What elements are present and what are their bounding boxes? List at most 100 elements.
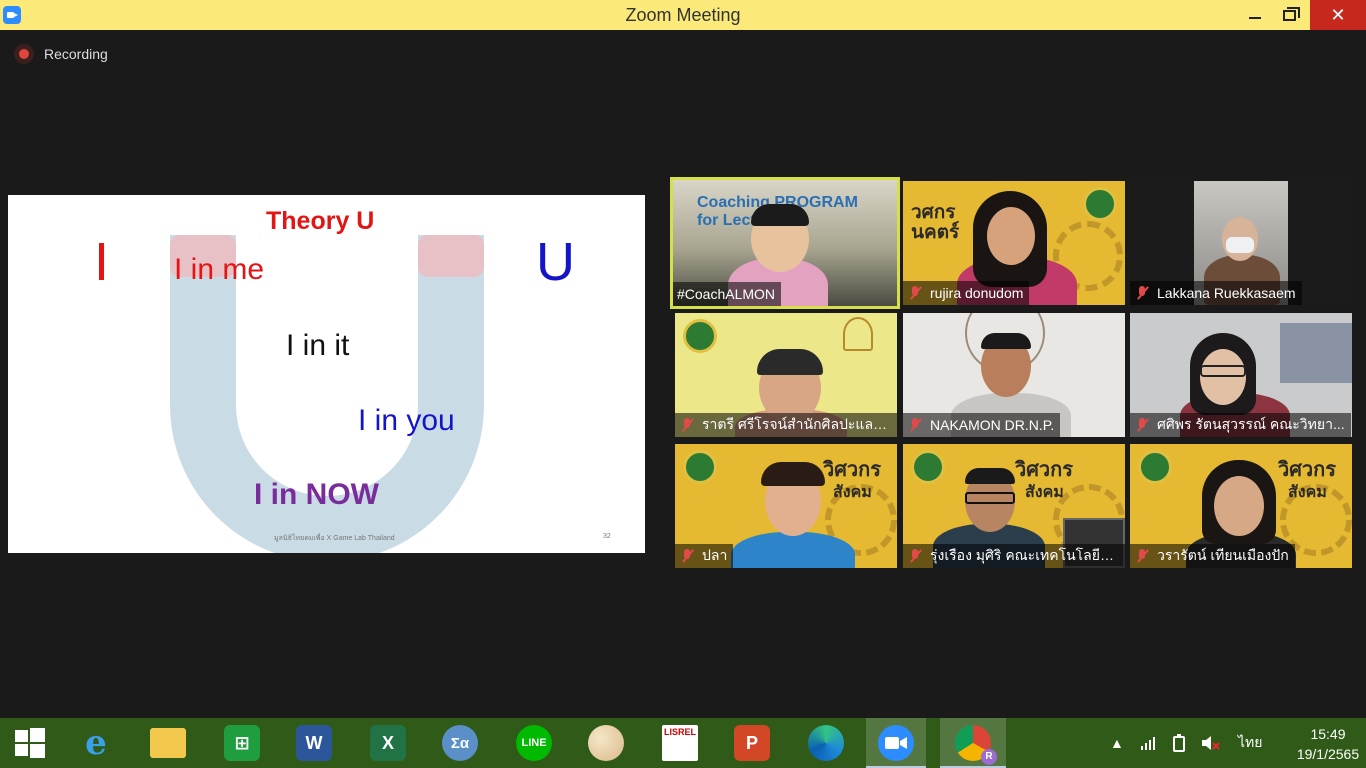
participant-name: ปลา (702, 547, 728, 563)
video-tile[interactable]: NAKAMON DR.N.P. (903, 313, 1125, 437)
participant-name-bar: รุ่งเรือง มุศิริ คณะเทคโนโลยีอุต... (903, 544, 1125, 568)
shared-screen-slide[interactable]: Theory U I U I in me I in it I in you I … (8, 195, 645, 553)
poster-word-1: วิศวกร (1015, 459, 1074, 481)
word-icon: W (296, 725, 332, 761)
poster-title: วศกร นคตร์ (911, 202, 960, 243)
show-hidden-icons[interactable]: ▲ (1110, 718, 1124, 768)
poster-word-2: สังคม (833, 484, 872, 501)
paint-palette-icon (588, 725, 624, 761)
poster-word-2: สังคม (1025, 484, 1064, 501)
recording-label: Recording (44, 46, 108, 62)
video-tile[interactable]: วิศวกร สังคม รุ่งเรือง มุศิริ คณะเทคโนโล… (903, 444, 1125, 568)
participant-name-bar: ราตรี ศรีโรจน์สำนักศิลปะและ... (675, 413, 897, 437)
taskbar-edge[interactable] (796, 718, 856, 768)
chrome-icon: R (955, 725, 997, 765)
network-icon[interactable] (1140, 718, 1156, 768)
video-tile[interactable]: ศศิพร รัตนสุวรรณ์ คณะวิทยา... (1130, 313, 1352, 437)
lisrel-icon: LISREL (662, 725, 698, 761)
taskbar-math-input[interactable]: Σα (430, 718, 490, 768)
participant-name-bar: #CoachALMON (673, 282, 782, 306)
university-emblem (1138, 450, 1172, 484)
taskbar-chrome[interactable]: R (940, 718, 1006, 768)
taskbar-powerpoint[interactable]: P (722, 718, 782, 768)
zoom-icon (878, 725, 914, 761)
participant-name: ราตรี ศรีโรจน์สำนักศิลปะและ... (702, 416, 891, 432)
muted-mic-icon (1134, 548, 1150, 564)
restore-icon (1282, 6, 1300, 21)
participant-name: Lakkana Ruekkasaem (1157, 285, 1296, 301)
participant-name-bar: NAKAMON DR.N.P. (903, 413, 1061, 437)
university-emblem (683, 319, 717, 353)
video-tile[interactable]: Lakkana Ruekkasaem (1130, 181, 1352, 305)
poster-word-2: สังคม (1288, 484, 1327, 501)
participant-name-bar: ศศิพร รัตนสุวรรณ์ คณะวิทยา... (1130, 413, 1351, 437)
participant-name: NAKAMON DR.N.P. (930, 417, 1055, 433)
taskbar-excel[interactable]: X (358, 718, 418, 768)
participant-name: rujira donudom (930, 285, 1024, 301)
slide-left-letter: I (94, 232, 110, 292)
participant-name: รุ่งเรือง มุศิริ คณะเทคโนโลยีอุต... (930, 547, 1119, 563)
taskbar-lisrel[interactable]: LISREL (650, 718, 710, 768)
excel-icon: X (370, 725, 406, 761)
university-emblem (1083, 187, 1117, 221)
taskbar-line[interactable]: LINE (504, 718, 564, 768)
muted-mic-icon (679, 548, 695, 564)
clock-time: 15:49 (1310, 726, 1346, 742)
participant-name: ศศิพร รัตนสุวรรณ์ คณะวิทยา... (1157, 416, 1345, 432)
chevron-up-icon: ▲ (1110, 735, 1124, 751)
internet-explorer-icon: e (85, 723, 107, 763)
slide-right-letter: U (536, 232, 575, 292)
poster-word-1: วิศวกร (1278, 459, 1337, 481)
taskbar-internet-explorer[interactable]: e (66, 718, 126, 768)
record-dot-icon (14, 44, 34, 64)
muted-mic-icon (907, 548, 923, 564)
poster-word-1: วิศวกร (823, 459, 882, 481)
recording-indicator[interactable]: Recording (14, 44, 108, 64)
clock-date: 19/1/2565 (1296, 746, 1360, 762)
institution-logo (843, 317, 873, 351)
taskbar-paint[interactable] (576, 718, 636, 768)
muted-mic-icon (907, 417, 923, 433)
muted-mic-icon (907, 285, 923, 301)
language-indicator[interactable]: ไทย (1238, 718, 1262, 768)
folder-icon (150, 728, 186, 758)
window-titlebar: Zoom Meeting ✕ (0, 0, 1366, 30)
store-icon: ⊞ (224, 725, 260, 761)
close-button[interactable]: ✕ (1310, 0, 1366, 30)
stage-i-in-it: I in it (286, 329, 350, 362)
windows-taskbar: e ⊞ W X Σα LINE LISREL P R ▲ ไทย 15:49 1… (0, 718, 1366, 768)
line-icon: LINE (516, 725, 552, 761)
start-button[interactable] (0, 718, 60, 768)
video-tile[interactable]: วิศวกร สังคม ปลา (675, 444, 897, 568)
slide-page-number: 32 (603, 533, 611, 540)
maximize-button[interactable] (1266, 0, 1312, 30)
battery-icon[interactable] (1170, 718, 1188, 768)
taskbar-zoom[interactable] (866, 718, 926, 768)
stage-i-in-me: I in me (174, 253, 265, 286)
close-icon: ✕ (1330, 4, 1346, 25)
participant-name: วรารัตน์ เทียนเมืองปัก (1157, 547, 1289, 563)
muted-mic-icon (1134, 285, 1150, 301)
system-clock[interactable]: 15:49 19/1/2565 (1296, 724, 1360, 764)
stage-i-in-now: I in NOW (254, 478, 379, 511)
minimize-icon (1249, 17, 1261, 19)
video-tile[interactable]: Coaching PROGRAM for Lecturer #CoachALMO… (670, 177, 900, 309)
taskbar-windows-store[interactable]: ⊞ (212, 718, 272, 768)
taskbar-file-explorer[interactable] (138, 718, 198, 768)
participant-name-bar: ปลา (675, 544, 734, 568)
powerpoint-icon: P (734, 725, 770, 761)
participant-name-bar: วรารัตน์ เทียนเมืองปัก (1130, 544, 1295, 568)
participant-name-bar: rujira donudom (903, 281, 1030, 305)
slide-footer: มูลนิธิไทยคมเพื่อ X Game Lab Thailand (274, 535, 395, 542)
taskbar-word[interactable]: W (284, 718, 344, 768)
participant-name: #CoachALMON (677, 286, 776, 302)
video-tile[interactable]: วศกร นคตร์ rujira donudom (903, 181, 1125, 305)
edge-icon (808, 725, 844, 761)
language-label: ไทย (1238, 734, 1263, 750)
muted-mic-icon (679, 417, 695, 433)
video-tile[interactable]: วิศวกร สังคม วรารัตน์ เทียนเมืองปัก (1130, 444, 1352, 568)
math-input-icon: Σα (442, 725, 478, 761)
university-emblem (683, 450, 717, 484)
volume-muted-icon[interactable] (1200, 718, 1220, 768)
video-tile[interactable]: ราตรี ศรีโรจน์สำนักศิลปะและ... (675, 313, 897, 437)
